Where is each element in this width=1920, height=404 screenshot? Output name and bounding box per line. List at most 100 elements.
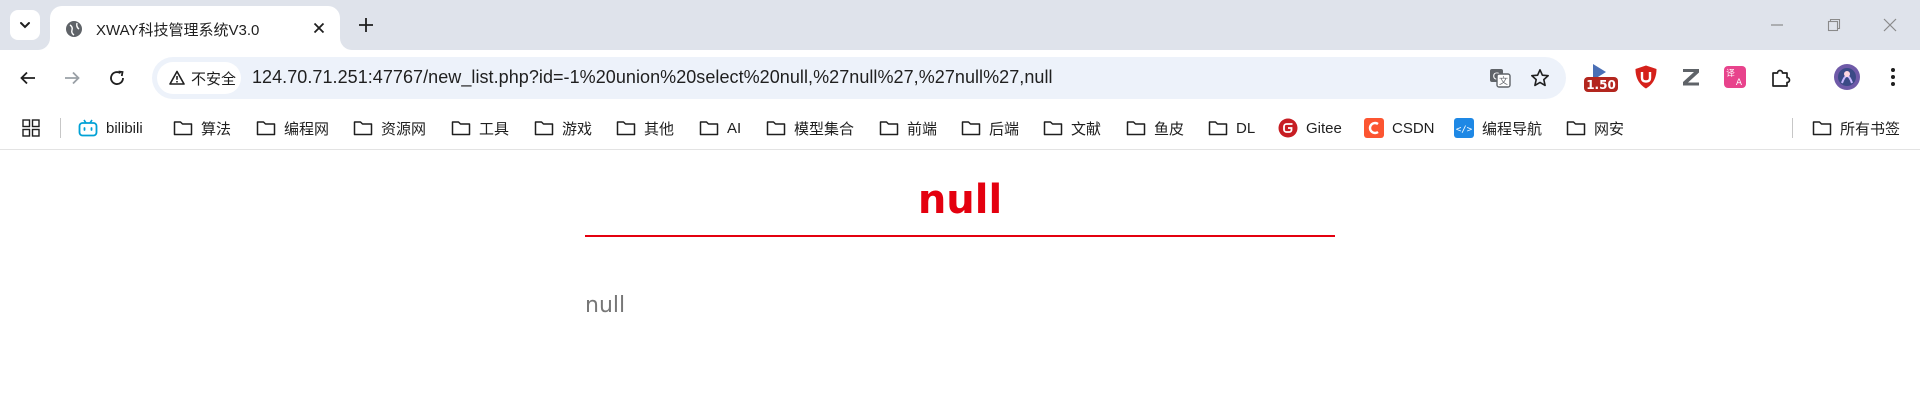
bookmark-folder[interactable]: 其他	[616, 114, 674, 142]
bookmark-folder[interactable]: AI	[699, 114, 741, 142]
profile-avatar[interactable]	[1830, 60, 1864, 94]
bookmark-label: 鱼皮	[1154, 120, 1185, 138]
bookmark-folder[interactable]: 资源网	[353, 114, 426, 142]
security-label: 不安全	[191, 70, 237, 88]
forward-button[interactable]	[56, 62, 88, 94]
tab-strip: XWAY科技管理系统V3.0	[0, 0, 1920, 50]
bilibili-icon	[78, 119, 98, 137]
folder-icon	[1208, 121, 1228, 136]
folder-icon	[961, 121, 981, 136]
bookmark-csdn[interactable]: CSDN	[1364, 114, 1435, 142]
security-chip[interactable]: 不安全	[157, 62, 241, 94]
bookmark-folder[interactable]: 网安	[1566, 114, 1624, 142]
bookmark-label: 模型集合	[794, 120, 855, 138]
extensions-menu-button[interactable]	[1764, 60, 1798, 94]
folder-icon	[1043, 121, 1063, 136]
reload-icon	[110, 70, 124, 85]
folder-icon	[534, 121, 554, 136]
restore-icon	[1827, 18, 1841, 32]
bookmark-label: 编程导航	[1482, 120, 1543, 138]
folder-icon	[1126, 121, 1146, 136]
tab-title: XWAY科技管理系统V3.0	[96, 22, 260, 39]
arrow-right-icon	[65, 71, 80, 85]
code-nav-icon: </>	[1454, 118, 1474, 138]
bookmark-code-nav[interactable]: </> 编程导航	[1454, 114, 1542, 142]
address-bar[interactable]: 不安全 124.70.71.251:47767/new_list.php?id=…	[152, 57, 1566, 99]
bookmark-folder[interactable]: 前端	[879, 114, 937, 142]
title-divider	[585, 235, 1335, 237]
avatar-icon	[1834, 64, 1860, 90]
folder-icon	[699, 121, 719, 136]
close-icon	[1883, 18, 1897, 32]
folder-icon	[451, 121, 471, 136]
bookmark-folder[interactable]: 后端	[961, 114, 1019, 142]
bookmark-folder[interactable]: 鱼皮	[1126, 114, 1184, 142]
bookmark-folder[interactable]: 游戏	[534, 114, 592, 142]
chevron-down-icon	[20, 22, 30, 29]
bookmark-label: 编程网	[284, 120, 330, 138]
zotero-icon	[1683, 69, 1699, 86]
folder-icon	[173, 121, 193, 136]
folder-icon	[256, 121, 276, 136]
bookmark-label: 游戏	[562, 120, 593, 138]
news-body: null	[585, 293, 626, 318]
more-vertical-icon	[1891, 68, 1895, 86]
translate-button[interactable]: G文	[1486, 64, 1514, 92]
active-tab[interactable]: XWAY科技管理系统V3.0	[50, 6, 340, 50]
video-speed-extension[interactable]: 1.50	[1584, 60, 1618, 94]
page-content: null null	[0, 150, 1920, 404]
bookmark-label: 后端	[989, 120, 1020, 138]
url-text[interactable]: 124.70.71.251:47767/new_list.php?id=-1%2…	[252, 67, 1053, 88]
svg-text:文: 文	[1499, 75, 1508, 87]
warning-icon	[169, 70, 185, 85]
bookmark-label: DL	[1236, 119, 1256, 137]
close-icon	[313, 22, 325, 34]
all-bookmarks-label: 所有书签	[1840, 120, 1901, 138]
bookmark-folder[interactable]: DL	[1208, 114, 1255, 142]
browser-toolbar: 不安全 124.70.71.251:47767/new_list.php?id=…	[0, 50, 1920, 106]
new-tab-button[interactable]	[352, 11, 380, 39]
folder-icon	[1812, 121, 1832, 136]
browser-menu-button[interactable]	[1876, 60, 1910, 94]
bookmark-label: 前端	[907, 120, 938, 138]
bookmark-label: CSDN	[1392, 119, 1435, 137]
bookmark-label: 网安	[1594, 120, 1625, 138]
bookmark-label: 其他	[644, 120, 675, 138]
translator-extension[interactable]: 译A	[1718, 60, 1752, 94]
apps-grid-icon	[22, 119, 40, 137]
window-close-button[interactable]	[1877, 12, 1903, 38]
folder-icon	[879, 121, 899, 136]
bookmark-folder[interactable]: 模型集合	[766, 114, 854, 142]
bookmark-folder[interactable]: 算法	[173, 114, 231, 142]
speed-icon: 1.50	[1584, 64, 1618, 92]
ublock-extension[interactable]	[1629, 60, 1663, 94]
bookmark-label: Gitee	[1306, 119, 1342, 137]
puzzle-icon	[1772, 69, 1791, 87]
restore-button[interactable]	[1821, 12, 1847, 38]
plus-icon	[359, 18, 373, 32]
svg-text:</>: </>	[1456, 125, 1473, 135]
svg-text:A: A	[1736, 78, 1743, 88]
back-button[interactable]	[12, 62, 44, 94]
bookmark-folder[interactable]: 工具	[451, 114, 509, 142]
bookmarks-bar: bilibili 算法 编程网 资源网 工具 游戏 其他 AI 模型集合 前端 …	[0, 106, 1920, 150]
bookmark-label: bilibili	[106, 119, 143, 137]
svg-text:译: 译	[1726, 69, 1735, 79]
translate-icon: G文	[1490, 69, 1511, 88]
zotero-extension[interactable]	[1674, 60, 1708, 94]
bookmark-folder[interactable]: 编程网	[256, 114, 329, 142]
apps-button[interactable]	[22, 114, 40, 142]
bookmark-folder[interactable]: 文献	[1043, 114, 1101, 142]
bookmark-bilibili[interactable]: bilibili	[78, 114, 143, 142]
bookmark-label: 文献	[1071, 120, 1102, 138]
all-bookmarks-button[interactable]: 所有书签	[1812, 114, 1900, 142]
ublock-icon	[1635, 65, 1657, 89]
bookmark-star-button[interactable]	[1526, 64, 1554, 92]
star-icon	[1531, 69, 1549, 87]
tab-close-button[interactable]	[308, 17, 330, 39]
folder-icon	[616, 121, 636, 136]
minimize-button[interactable]	[1764, 12, 1790, 38]
bookmark-gitee[interactable]: Gitee	[1278, 114, 1342, 142]
reload-button[interactable]	[101, 62, 133, 94]
tab-search-button[interactable]	[10, 10, 40, 40]
